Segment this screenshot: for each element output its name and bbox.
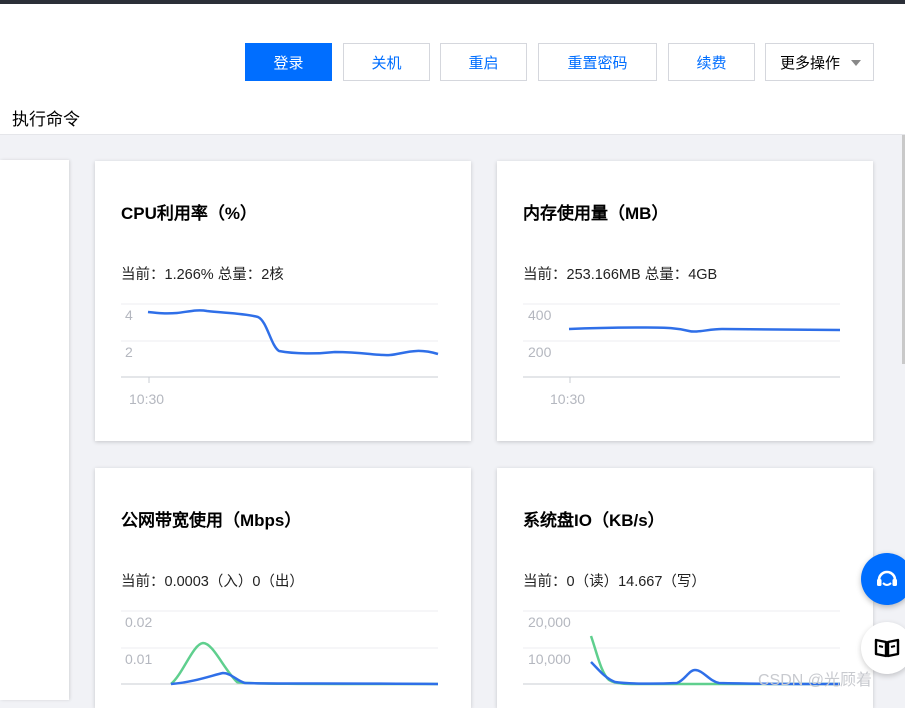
renew-button[interactable]: 续费: [668, 43, 755, 81]
y-tick-label: 10,000: [528, 651, 571, 667]
memory-usage-card: 内存使用量（MB） 当前：253.166MB 总量：4GB 400 200 10…: [497, 161, 873, 441]
x-tick-label: 10:30: [129, 391, 164, 407]
watermark: CSDN @光顾着: [758, 672, 873, 689]
bandwidth-in-series-line: [170, 641, 439, 686]
y-tick-label: 2: [125, 344, 133, 360]
tab-execute-command[interactable]: 执行命令: [12, 105, 80, 130]
y-tick-label: 4: [125, 307, 133, 323]
y-tick-label: 0.01: [125, 651, 152, 667]
bandwidth-usage-chart: 0.02 0.01: [121, 610, 439, 686]
y-tick-label: 200: [528, 344, 552, 360]
more-actions-label: 更多操作: [780, 54, 841, 72]
x-tick-label: 10:30: [550, 391, 585, 407]
y-tick-label: 0.02: [125, 614, 152, 630]
bandwidth-out-series-line: [170, 671, 439, 686]
left-panel: [0, 160, 69, 700]
more-actions-dropdown[interactable]: 更多操作: [765, 43, 874, 81]
headset-icon: [877, 570, 897, 586]
memory-series-line: [568, 326, 841, 333]
y-tick-label: 20,000: [528, 614, 571, 630]
caret-down-icon: [851, 60, 861, 66]
cpu-series-line: [147, 309, 439, 357]
y-tick-label: 400: [528, 307, 552, 323]
instance-header: 登录 关机 重启 重置密码 续费 更多操作 执行命令: [0, 4, 905, 135]
reset-password-button[interactable]: 重置密码: [538, 43, 657, 81]
restart-button[interactable]: 重启: [440, 43, 527, 81]
memory-usage-chart: 400 200 10:30: [523, 303, 841, 407]
customer-service-button[interactable]: [861, 553, 905, 605]
cpu-usage-chart: 4 2 10:30: [121, 303, 439, 407]
shutdown-button[interactable]: 关机: [343, 43, 430, 81]
cpu-usage-card: CPU利用率（%） 当前：1.266% 总量：2核 4 2 10:30: [95, 161, 471, 441]
login-button[interactable]: 登录: [245, 43, 332, 81]
bandwidth-usage-card: 公网带宽使用（Mbps） 当前：0.0003（入）0（出） 0.02 0.01: [95, 468, 471, 708]
open-book-icon: [874, 638, 900, 658]
